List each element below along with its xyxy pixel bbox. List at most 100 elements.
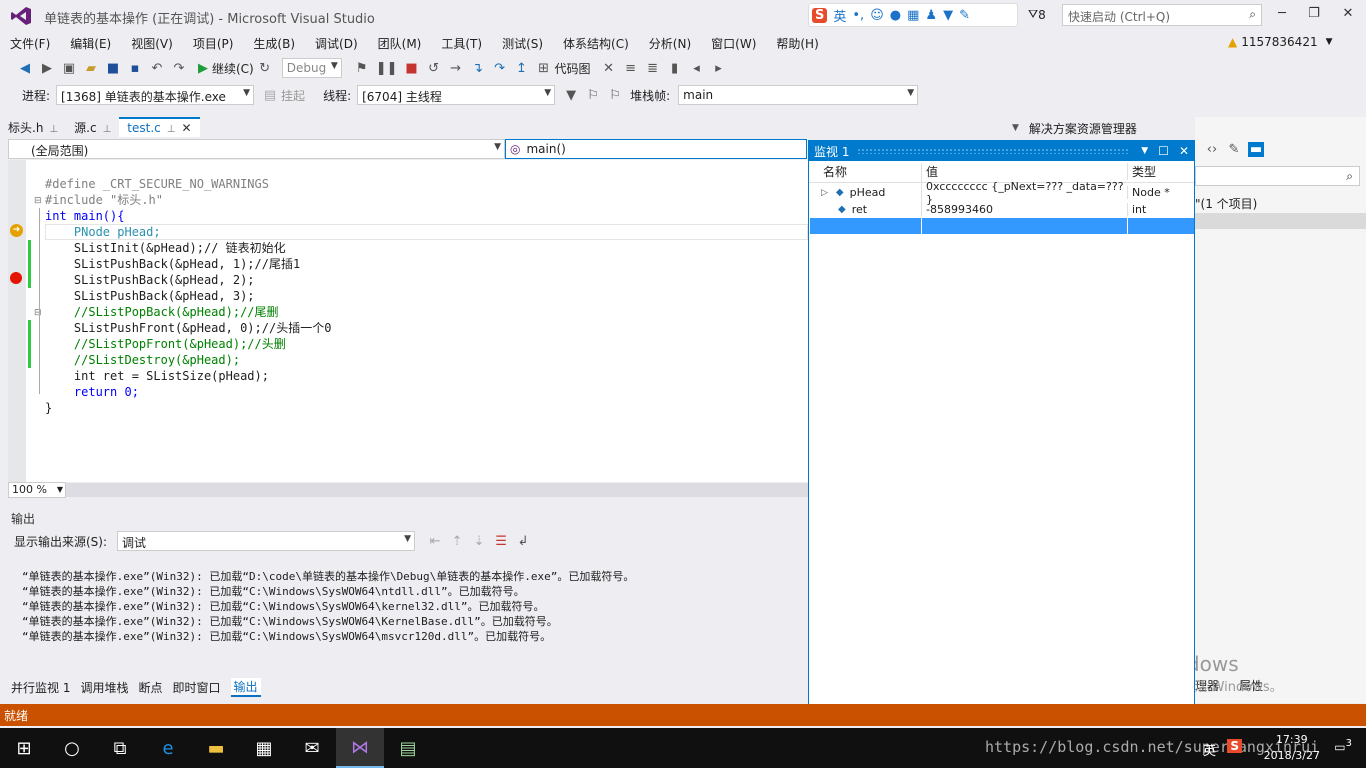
tab-source-file[interactable]: 源.c ⊥ <box>66 117 119 138</box>
zoom-dropdown[interactable]: 100 % ▼ <box>8 482 66 498</box>
sogou-icon[interactable]: S <box>812 7 828 23</box>
properties-icon[interactable]: ✎ <box>1226 142 1242 157</box>
visual-studio-taskbar-icon[interactable]: ⋈ <box>336 728 384 768</box>
restart-debug-icon[interactable]: ↺ <box>426 61 442 76</box>
stack-frame-dropdown[interactable]: main ▼ <box>678 85 919 105</box>
function-dropdown[interactable]: ◎ main() <box>505 139 807 159</box>
save-icon[interactable]: ■ <box>105 61 121 76</box>
prev-message-icon[interactable]: ⇡ <box>449 534 465 549</box>
open-icon[interactable]: ▰ <box>83 61 99 76</box>
maximize-icon[interactable]: ☐ <box>1158 144 1169 158</box>
suspend-icon[interactable]: ▤ <box>262 88 278 103</box>
cortana-icon[interactable]: ○ <box>48 728 96 768</box>
filter-icon[interactable]: ▼ <box>563 88 579 103</box>
code-editor[interactable]: ➜ ⊟ ⊟ #define _CRT_SECURE_NO_WARNINGS #in… <box>8 160 808 482</box>
undo-icon[interactable]: ↶ <box>149 61 165 76</box>
flag-icon[interactable]: ⚐ <box>585 88 601 103</box>
code-text[interactable]: #define _CRT_SECURE_NO_WARNINGS #include … <box>45 160 331 448</box>
quick-launch-input[interactable]: 快速启动 (Ctrl+Q) ⌕ <box>1062 4 1262 26</box>
solution-search-input[interactable]: ⌕ <box>1195 166 1360 186</box>
wrench-icon[interactable]: ✎ <box>959 8 970 23</box>
clear-all-icon[interactable]: ☰ <box>493 534 509 549</box>
user-account[interactable]: ▲ 1157836421 ▼ <box>1228 35 1333 49</box>
save-all-icon[interactable]: ▪ <box>127 61 143 76</box>
continue-button[interactable]: ▶ 继续(C) <box>198 60 254 77</box>
back-icon[interactable]: ◀ <box>17 61 33 76</box>
comment-icon[interactable]: ≡ <box>623 61 639 76</box>
new-project-icon[interactable]: ▣ <box>61 61 77 76</box>
flag-all-icon[interactable]: ⚐ <box>607 88 623 103</box>
uncomment-icon[interactable]: ≣ <box>645 61 661 76</box>
bookmark-icon[interactable]: ▮ <box>667 61 683 76</box>
menu-debug[interactable]: 调试(D) <box>315 35 358 52</box>
watch-new-item-row[interactable] <box>809 218 1194 234</box>
task-view-icon[interactable]: ⧉ <box>96 728 144 768</box>
tab-breakpoints[interactable]: 断点 <box>138 679 162 696</box>
expand-icon[interactable]: ▷ <box>821 188 828 198</box>
column-name[interactable]: 名称 <box>809 163 921 180</box>
solution-item[interactable]: "(1 个项目) <box>1195 195 1257 212</box>
tab-header-file[interactable]: 标头.h ⊥ <box>0 117 66 138</box>
next-bookmark-icon[interactable]: ▸ <box>711 61 727 76</box>
breakpoint-icon[interactable] <box>10 272 22 284</box>
hex-display-icon[interactable]: ✕ <box>601 61 617 76</box>
menu-view[interactable]: 视图(V) <box>131 35 173 52</box>
tab-test-c[interactable]: test.c ⊥ ✕ <box>119 117 200 137</box>
menu-help[interactable]: 帮助(H) <box>776 35 818 52</box>
goto-message-icon[interactable]: ⇤ <box>427 534 443 549</box>
step-out-icon[interactable]: ↥ <box>514 61 530 76</box>
user-icon[interactable]: ♟ <box>925 8 937 23</box>
break-all-icon[interactable]: ❚❚ <box>376 61 398 76</box>
sogou-tray-icon[interactable]: S <box>1227 739 1242 753</box>
preview-icon[interactable]: ▬ <box>1248 142 1264 157</box>
maximize-button[interactable]: ❐ <box>1300 6 1328 21</box>
menu-team[interactable]: 团队(M) <box>378 35 422 52</box>
watch-row[interactable]: ▷ ◆ pHead 0xcccccccc {_pNext=??? _data=?… <box>809 179 1194 206</box>
output-source-dropdown[interactable]: 调试 ▼ <box>117 531 416 551</box>
tab-call-stack[interactable]: 调用堆栈 <box>80 679 128 696</box>
redo-icon[interactable]: ↷ <box>171 61 187 76</box>
prev-bookmark-icon[interactable]: ◂ <box>689 61 705 76</box>
stop-icon[interactable]: ■ <box>404 61 420 76</box>
menu-build[interactable]: 生成(B) <box>253 35 295 52</box>
thread-dropdown[interactable]: [6704] 主线程 ▼ <box>357 85 556 105</box>
process-dropdown[interactable]: [1368] 单链表的基本操作.exe ▼ <box>56 85 255 105</box>
action-center-icon[interactable]: ▭3 <box>1334 738 1352 754</box>
restart-icon[interactable]: ↻ <box>257 61 273 76</box>
minimize-button[interactable]: ─ <box>1268 6 1296 21</box>
collapse-icon[interactable]: ⊟ <box>34 308 42 318</box>
menu-file[interactable]: 文件(F) <box>10 35 50 52</box>
keyboard-icon[interactable]: ▦ <box>907 8 919 23</box>
config-dropdown[interactable]: Debug ▼ <box>281 58 342 78</box>
menu-edit[interactable]: 编辑(E) <box>70 35 111 52</box>
column-type[interactable]: 类型 <box>1127 163 1177 180</box>
file-explorer-icon[interactable]: ▬ <box>192 728 240 768</box>
code-icon[interactable]: ‹› <box>1204 142 1220 157</box>
skin-icon[interactable]: ▼ <box>943 8 953 23</box>
menu-project[interactable]: 项目(P) <box>193 35 234 52</box>
step-into-icon[interactable]: ↴ <box>470 61 486 76</box>
collapse-icon[interactable]: ⊟ <box>34 196 42 206</box>
taskbar-clock[interactable]: 17:39 2018/3/27 <box>1264 732 1320 764</box>
chevron-down-icon[interactable]: ▼ <box>1012 123 1019 133</box>
watch-title-bar[interactable]: 监视 1 ▼ ☐ ✕ <box>809 141 1194 161</box>
menu-tools[interactable]: 工具(T) <box>441 35 482 52</box>
ime-lang[interactable]: 英 <box>833 6 846 25</box>
chevron-down-icon[interactable]: ▼ <box>1141 146 1148 156</box>
tab-immediate[interactable]: 即时窗口 <box>172 679 220 696</box>
emoji-icon[interactable]: ☺ <box>870 8 884 23</box>
next-message-icon[interactable]: ⇣ <box>471 534 487 549</box>
show-next-statement-icon[interactable]: → <box>448 61 464 76</box>
notifications[interactable]: ⛛ 8 <box>1028 7 1046 22</box>
word-wrap-icon[interactable]: ↲ <box>515 534 531 549</box>
edge-icon[interactable]: e <box>144 728 192 768</box>
tab-parallel-watch[interactable]: 并行监视 1 <box>11 679 70 696</box>
close-icon[interactable]: ✕ <box>1179 144 1189 158</box>
suspend-label[interactable]: 挂起 <box>281 87 305 104</box>
menu-analyze[interactable]: 分析(N) <box>649 35 691 52</box>
ime-toolbar[interactable]: S 英 •, ☺ ● ▦ ♟ ▼ ✎ <box>808 3 1018 27</box>
punct-icon[interactable]: •, <box>852 8 864 23</box>
menu-window[interactable]: 窗口(W) <box>711 35 756 52</box>
close-button[interactable]: ✕ <box>1334 6 1362 21</box>
scope-dropdown[interactable]: (全局范围) ▼ <box>8 139 505 159</box>
